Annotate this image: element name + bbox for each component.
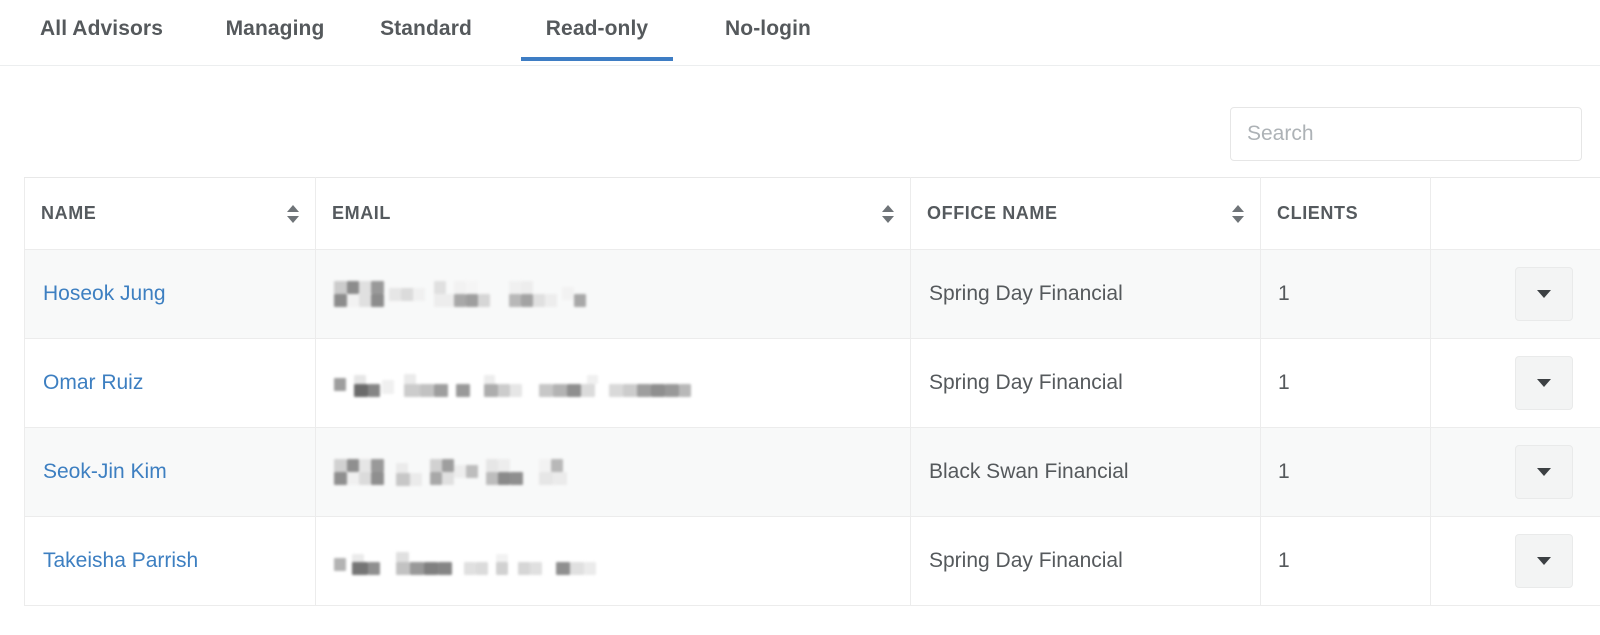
cell-email (315, 249, 911, 339)
advisor-name-link[interactable]: Hoseok Jung (41, 282, 166, 305)
column-header-actions (1430, 177, 1600, 250)
table-header-row: NAME EMAIL OFFICE NAME CLIENTS (24, 177, 1600, 250)
cell-clients: 1 (1260, 516, 1431, 606)
advisors-table: NAME EMAIL OFFICE NAME CLIENTS Hoseok Ju… (24, 177, 1600, 606)
cell-name: Hoseok Jung (24, 249, 316, 339)
chevron-down-icon (1537, 557, 1551, 565)
redacted-email (334, 548, 596, 575)
tab-label: Read-only (545, 17, 649, 40)
column-header-email[interactable]: EMAIL (315, 177, 911, 250)
tab-managing[interactable]: Managing (219, 0, 331, 60)
clients-count: 1 (1278, 460, 1290, 483)
cell-actions (1430, 338, 1600, 428)
column-header-label: OFFICE NAME (927, 203, 1058, 223)
cell-actions (1430, 249, 1600, 339)
chevron-down-icon (1537, 468, 1551, 476)
cell-email (315, 338, 911, 428)
column-header-label: NAME (41, 203, 97, 223)
row-menu-button[interactable] (1515, 356, 1573, 410)
chevron-down-icon (1537, 379, 1551, 387)
column-header-label: CLIENTS (1277, 203, 1359, 223)
redacted-email (334, 370, 691, 397)
search-input[interactable] (1230, 107, 1582, 161)
table-row: Omar Ruiz Spring Day Financial 1 (24, 338, 1600, 428)
cell-clients: 1 (1260, 427, 1431, 517)
column-header-label: EMAIL (332, 203, 391, 223)
cell-office-name: Black Swan Financial (910, 427, 1261, 517)
sort-arrows-icon[interactable] (287, 204, 299, 224)
table-row: Hoseok Jung Spring Day Financial 1 (24, 249, 1600, 339)
advisor-name-link[interactable]: Seok-Jin Kim (41, 460, 167, 483)
cell-office-name: Spring Day Financial (910, 249, 1261, 339)
tab-label: No-login (725, 17, 811, 40)
table-row: Takeisha Parrish Spring Day Financial 1 (24, 516, 1600, 606)
redacted-email (334, 281, 586, 307)
cell-office-name: Spring Day Financial (910, 338, 1261, 428)
search-row (0, 66, 1600, 161)
column-header-name[interactable]: NAME (24, 177, 316, 250)
column-header-office-name[interactable]: OFFICE NAME (910, 177, 1261, 250)
tab-label: All Advisors (40, 17, 163, 40)
clients-count: 1 (1278, 371, 1290, 394)
cell-email (315, 516, 911, 606)
tab-standard[interactable]: Standard (371, 0, 481, 60)
office-name-text: Spring Day Financial (929, 282, 1123, 305)
column-header-clients: CLIENTS (1260, 177, 1431, 250)
table-body: Hoseok Jung Spring Day Financial 1 Omar … (24, 249, 1600, 606)
cell-clients: 1 (1260, 338, 1431, 428)
redacted-email (334, 459, 567, 486)
cell-name: Seok-Jin Kim (24, 427, 316, 517)
row-menu-button[interactable] (1515, 534, 1573, 588)
cell-actions (1430, 427, 1600, 517)
cell-name: Omar Ruiz (24, 338, 316, 428)
tab-label: Standard (380, 17, 472, 40)
table-header: NAME EMAIL OFFICE NAME CLIENTS (24, 177, 1600, 250)
tab-no-login[interactable]: No-login (713, 0, 823, 60)
cell-email (315, 427, 911, 517)
office-name-text: Spring Day Financial (929, 371, 1123, 394)
advisor-name-link[interactable]: Takeisha Parrish (41, 549, 198, 572)
table-row: Seok-Jin Kim Black Swan Financial 1 (24, 427, 1600, 517)
office-name-text: Black Swan Financial (929, 460, 1129, 483)
tab-read-only[interactable]: Read-only (521, 0, 673, 61)
sort-arrows-icon[interactable] (1232, 204, 1244, 224)
chevron-down-icon (1537, 290, 1551, 298)
office-name-text: Spring Day Financial (929, 549, 1123, 572)
clients-count: 1 (1278, 549, 1290, 572)
row-menu-button[interactable] (1515, 445, 1573, 499)
cell-office-name: Spring Day Financial (910, 516, 1261, 606)
advisors-table-container: NAME EMAIL OFFICE NAME CLIENTS Hoseok Ju… (24, 177, 1600, 606)
advisor-name-link[interactable]: Omar Ruiz (41, 371, 143, 394)
tab-all-advisors[interactable]: All Advisors (24, 0, 179, 60)
tab-bar: All Advisors Managing Standard Read-only… (0, 0, 1600, 66)
tab-label: Managing (225, 17, 325, 40)
row-menu-button[interactable] (1515, 267, 1573, 321)
sort-arrows-icon[interactable] (882, 204, 894, 224)
cell-actions (1430, 516, 1600, 606)
clients-count: 1 (1278, 282, 1290, 305)
cell-name: Takeisha Parrish (24, 516, 316, 606)
cell-clients: 1 (1260, 249, 1431, 339)
